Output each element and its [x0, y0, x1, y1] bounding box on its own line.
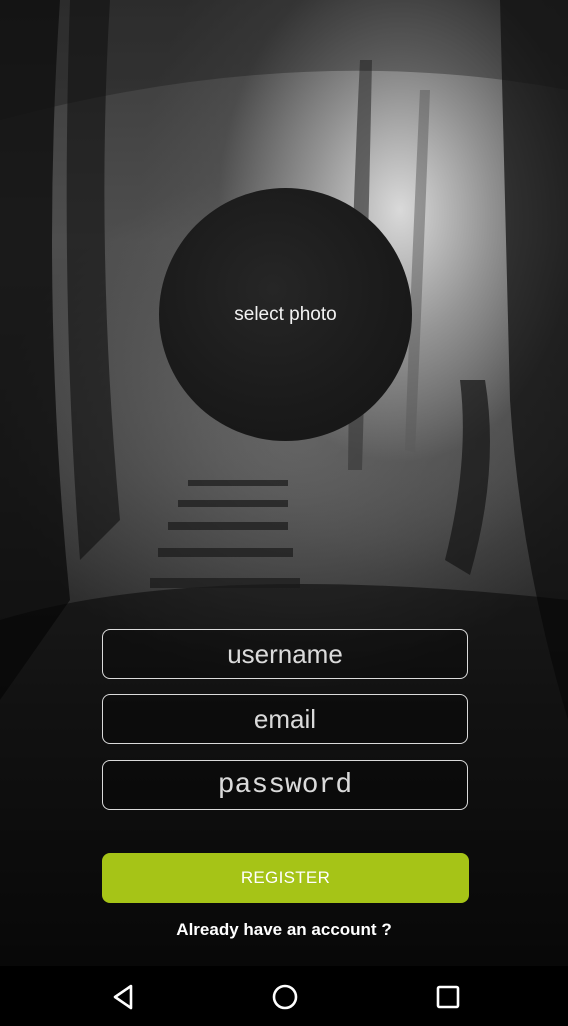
back-icon[interactable]: [106, 980, 140, 1014]
email-input[interactable]: [103, 694, 467, 744]
forest-trees-decoration: [0, 0, 568, 966]
register-button[interactable]: REGISTER: [102, 853, 469, 903]
already-have-account-link[interactable]: Already have an account ?: [0, 920, 568, 940]
select-photo-button[interactable]: select photo: [159, 188, 412, 441]
password-field-container: [102, 760, 468, 810]
recents-icon[interactable]: [431, 980, 465, 1014]
password-input[interactable]: [103, 760, 467, 810]
home-icon[interactable]: [268, 980, 302, 1014]
background-forest-image: select photo REGISTER Already have an ac…: [0, 0, 568, 966]
select-photo-label: select photo: [234, 303, 337, 325]
username-field-container: [102, 629, 468, 679]
android-navigation-bar: [0, 966, 568, 1026]
username-input[interactable]: [103, 629, 467, 679]
email-field-container: [102, 694, 468, 744]
